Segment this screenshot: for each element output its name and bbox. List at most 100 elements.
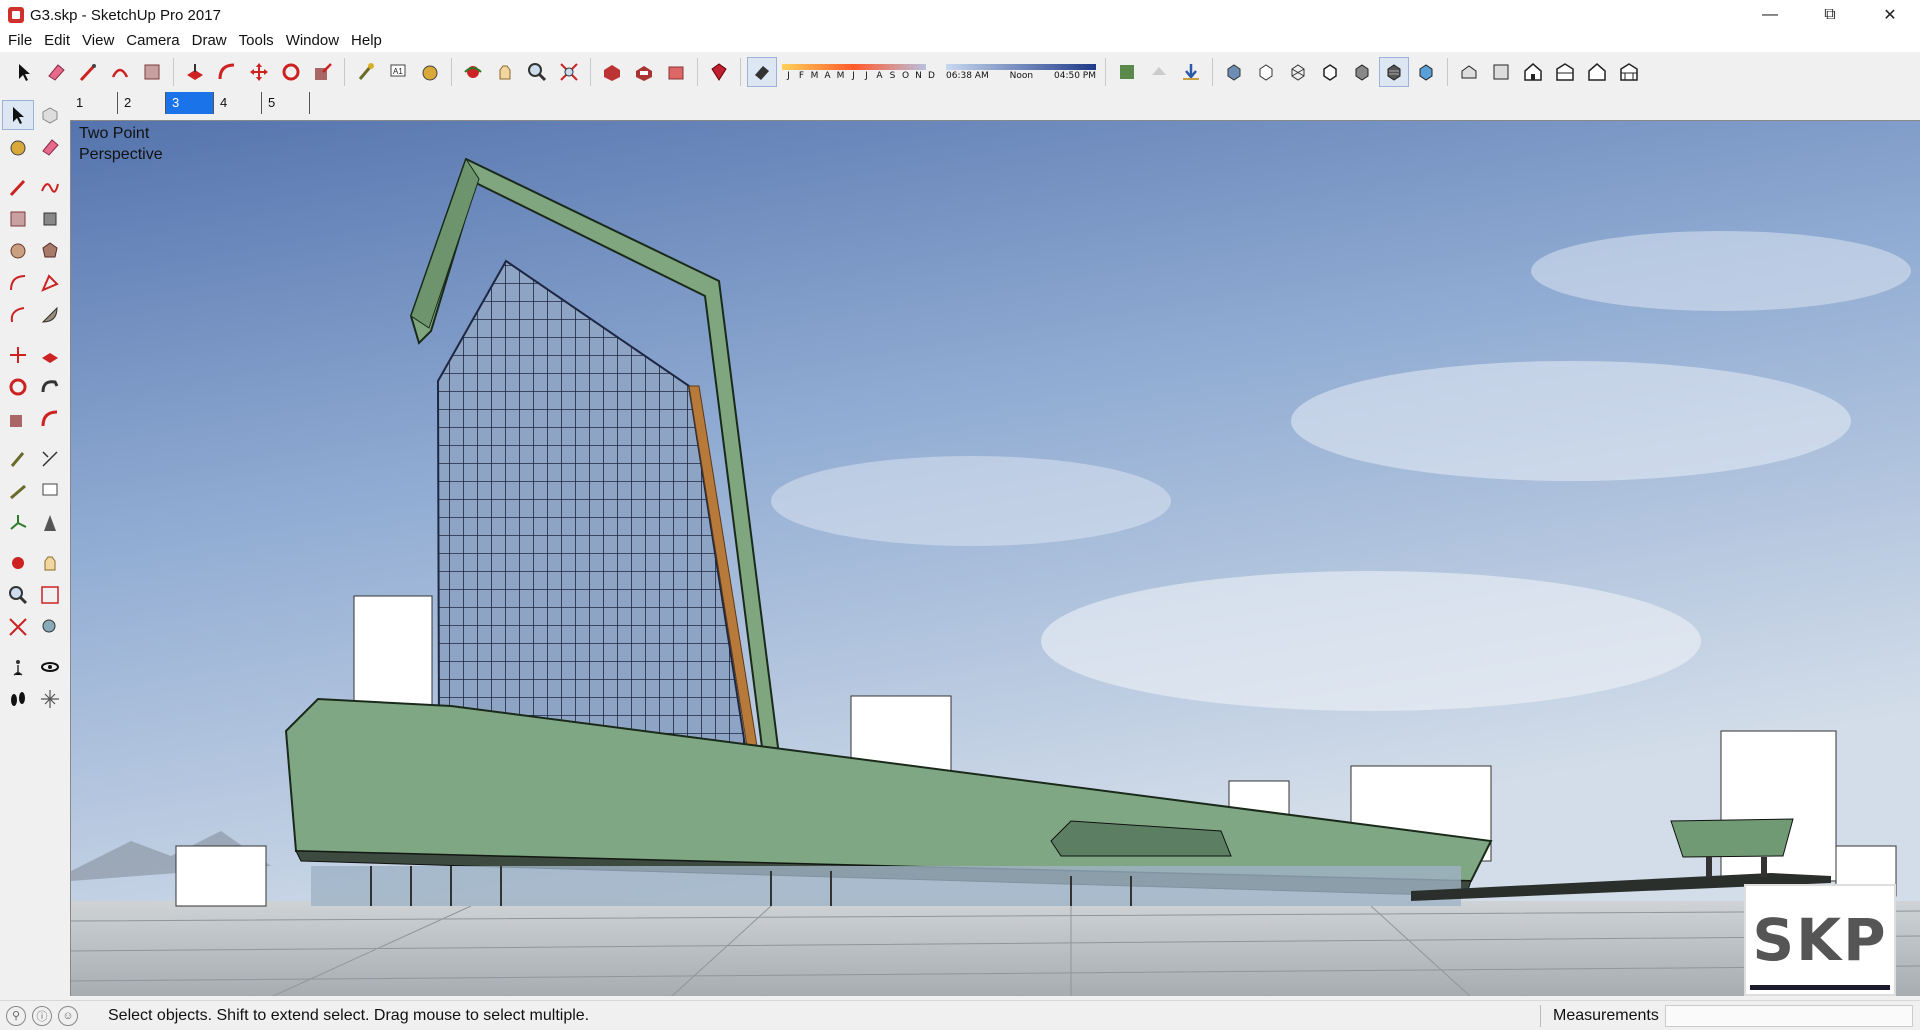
previous-view-icon[interactable] — [34, 612, 66, 642]
menu-view[interactable]: View — [76, 30, 120, 52]
right-view-icon[interactable] — [1550, 57, 1580, 87]
arc-tool-icon[interactable] — [2, 268, 34, 298]
shadow-month-slider[interactable]: J F M A M J J A S O N D — [782, 57, 938, 87]
scale-icon[interactable] — [2, 404, 34, 434]
shaded-textures-style-icon[interactable] — [1379, 57, 1409, 87]
move-icon[interactable] — [2, 340, 34, 370]
axes-icon[interactable] — [2, 508, 34, 538]
zoom-window-icon[interactable] — [34, 580, 66, 610]
arc-tool-icon[interactable] — [105, 57, 135, 87]
import-terrain-icon[interactable] — [1176, 57, 1206, 87]
back-edges-style-icon[interactable] — [1251, 57, 1281, 87]
select-tool-icon[interactable] — [2, 100, 34, 130]
two-point-arc-icon[interactable] — [34, 268, 66, 298]
polygon-tool-icon[interactable] — [34, 236, 66, 266]
dimension-icon[interactable] — [34, 444, 66, 474]
shaded-style-icon[interactable] — [1347, 57, 1377, 87]
measurements-input[interactable] — [1665, 1005, 1913, 1027]
pie-tool-icon[interactable] — [34, 300, 66, 330]
paint-bucket-icon[interactable] — [2, 132, 34, 162]
context-building — [175, 845, 267, 907]
left-view-icon[interactable] — [1614, 57, 1644, 87]
scene-tab-2[interactable]: 2 — [118, 92, 166, 114]
3d-warehouse-icon[interactable] — [597, 57, 627, 87]
credits-status-icon[interactable]: ⓘ — [32, 1005, 52, 1026]
rotated-rectangle-icon[interactable] — [34, 204, 66, 234]
follow-me-icon[interactable] — [34, 372, 66, 402]
scene-tab-5[interactable]: 5 — [262, 92, 310, 114]
make-component-icon[interactable] — [34, 100, 66, 130]
geo-location-icon[interactable] — [1112, 57, 1142, 87]
model-viewport[interactable]: Two Point Perspective SKP — [70, 120, 1920, 996]
zoom-icon[interactable] — [2, 580, 34, 610]
push-pull-icon[interactable] — [180, 57, 210, 87]
menu-file[interactable]: File — [2, 30, 38, 52]
month-slider-track[interactable] — [782, 63, 926, 70]
line-tool-icon[interactable] — [2, 172, 34, 202]
rectangle-tool-icon[interactable] — [2, 204, 34, 234]
menu-draw[interactable]: Draw — [186, 30, 233, 52]
ruby-icon[interactable] — [704, 57, 734, 87]
walk-icon[interactable] — [2, 684, 34, 714]
front-view-icon[interactable] — [1518, 57, 1548, 87]
time-slider-track[interactable] — [946, 63, 1096, 70]
tape-measure-icon[interactable] — [2, 444, 34, 474]
eraser-tool-icon[interactable] — [34, 132, 66, 162]
monochrome-style-icon[interactable] — [1411, 57, 1441, 87]
text-tool-icon[interactable]: A1 — [383, 57, 413, 87]
geo-location-status-icon[interactable]: ⚲ — [6, 1005, 26, 1026]
orbit-icon[interactable] — [2, 548, 34, 578]
shape-tool-icon[interactable] — [137, 57, 167, 87]
zoom-extents-icon[interactable] — [2, 612, 34, 642]
extension-warehouse-icon[interactable] — [661, 57, 691, 87]
rotate-icon[interactable] — [276, 57, 306, 87]
freehand-tool-icon[interactable] — [34, 172, 66, 202]
menu-camera[interactable]: Camera — [120, 30, 185, 52]
scene-tab-4[interactable]: 4 — [214, 92, 262, 114]
hidden-line-style-icon[interactable] — [1315, 57, 1345, 87]
share-model-icon[interactable] — [629, 57, 659, 87]
scale-icon[interactable] — [308, 57, 338, 87]
menu-window[interactable]: Window — [280, 30, 345, 52]
scene-tab-1[interactable]: 1 — [70, 92, 118, 114]
zoom-extents-icon[interactable] — [554, 57, 584, 87]
zoom-icon[interactable] — [522, 57, 552, 87]
user-account-icon[interactable]: ☺ — [58, 1005, 78, 1026]
wireframe-style-icon[interactable] — [1283, 57, 1313, 87]
orbit-icon[interactable] — [458, 57, 488, 87]
rotate-icon[interactable] — [2, 372, 34, 402]
minimize-icon[interactable]: — — [1740, 0, 1800, 30]
tape-measure-icon[interactable] — [351, 57, 381, 87]
menu-help[interactable]: Help — [345, 30, 388, 52]
top-view-icon[interactable] — [1486, 57, 1516, 87]
3d-text-icon[interactable] — [34, 508, 66, 538]
pan-icon[interactable] — [490, 57, 520, 87]
look-around-icon[interactable] — [34, 652, 66, 682]
select-tool-icon[interactable] — [9, 57, 39, 87]
shadows-toggle-icon[interactable] — [747, 57, 777, 87]
protractor-icon[interactable] — [2, 476, 34, 506]
menu-edit[interactable]: Edit — [38, 30, 76, 52]
menu-tools[interactable]: Tools — [233, 30, 280, 52]
section-plane-icon[interactable] — [34, 684, 66, 714]
restore-icon[interactable]: ⧉ — [1800, 0, 1860, 30]
back-view-icon[interactable] — [1582, 57, 1612, 87]
xray-style-icon[interactable] — [1219, 57, 1249, 87]
iso-view-icon[interactable] — [1454, 57, 1484, 87]
circle-tool-icon[interactable] — [2, 236, 34, 266]
scene-tab-3[interactable]: 3 — [166, 92, 214, 114]
push-pull-icon[interactable] — [34, 340, 66, 370]
text-tool-icon[interactable] — [34, 476, 66, 506]
paint-bucket-icon[interactable] — [415, 57, 445, 87]
offset-icon[interactable] — [34, 404, 66, 434]
eraser-tool-icon[interactable] — [41, 57, 71, 87]
pan-icon[interactable] — [34, 548, 66, 578]
offset-icon[interactable] — [212, 57, 242, 87]
line-tool-icon[interactable] — [73, 57, 103, 87]
three-point-arc-icon[interactable] — [2, 300, 34, 330]
add-location-icon[interactable] — [1144, 57, 1174, 87]
position-camera-icon[interactable] — [2, 652, 34, 682]
close-icon[interactable]: ✕ — [1860, 0, 1920, 30]
move-icon[interactable] — [244, 57, 274, 87]
shadow-time-slider[interactable]: 06:38 AM Noon 04:50 PM — [946, 57, 1096, 87]
